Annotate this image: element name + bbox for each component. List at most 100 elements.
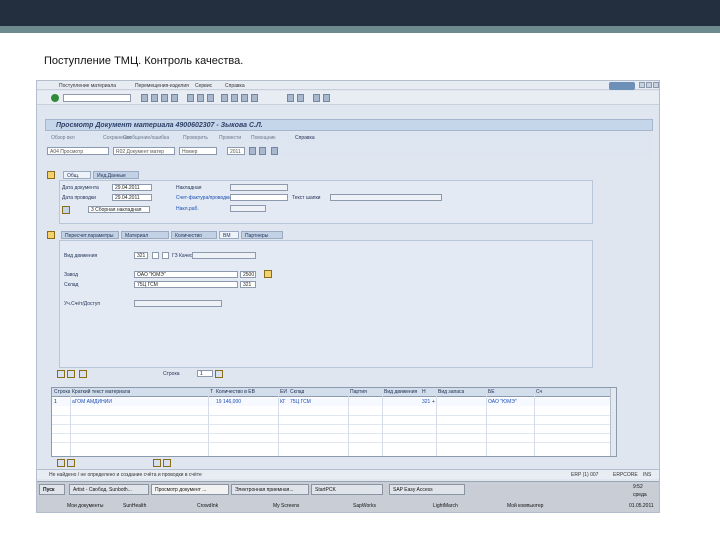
number-type-select[interactable]: Номер xyxy=(179,147,217,155)
post-date-field[interactable]: 29.04.2011 xyxy=(112,194,152,201)
item-details-icon[interactable] xyxy=(57,370,65,378)
col-header-qty[interactable]: Количество в ЕВ xyxy=(216,389,255,395)
start-button[interactable]: Пуск xyxy=(39,484,65,495)
tray-clock[interactable]: 9:52 xyxy=(633,484,643,490)
save-icon[interactable] xyxy=(141,94,148,102)
movement-indicator-field[interactable] xyxy=(152,252,159,259)
movement-checkbox[interactable] xyxy=(162,252,169,259)
year-field[interactable]: 2011 xyxy=(227,147,245,155)
shortcut-icon[interactable] xyxy=(297,94,304,102)
close-icon[interactable] xyxy=(653,82,659,88)
plant-detail-icon[interactable] xyxy=(264,270,272,278)
document-type-select[interactable]: R02 Документ матер xyxy=(113,147,175,155)
help-button[interactable]: Справка xyxy=(295,135,315,141)
line-nav-field[interactable]: 1 xyxy=(197,370,213,377)
enter-icon[interactable] xyxy=(51,94,59,102)
quicklaunch-my-computer[interactable]: Мой компьютер xyxy=(507,503,543,509)
task-button-view-doc[interactable]: Просмотр документ ... xyxy=(151,484,229,495)
minimize-icon[interactable] xyxy=(639,82,645,88)
menu-item-transfers[interactable]: Перемещения-изделия xyxy=(135,83,189,89)
post-button[interactable]: Провести xyxy=(219,135,241,141)
header-toggle-icon[interactable] xyxy=(47,171,55,179)
item-toggle-icon[interactable] xyxy=(47,231,55,239)
col-header-material[interactable]: Краткий текст материала xyxy=(72,389,130,395)
first-page-icon[interactable] xyxy=(221,94,228,102)
col-header-batch[interactable]: Партия xyxy=(350,389,367,395)
movement-field[interactable]: 321 xyxy=(134,252,148,259)
table-row[interactable]: 1 аГОМ АМДИНИИ 19 146,000 КГ 75Ц ГСМ 321… xyxy=(52,398,616,406)
quicklaunch-sapworks[interactable]: SapWorks xyxy=(353,503,376,509)
tab-quantity[interactable]: Количество xyxy=(171,231,217,239)
col-header-account[interactable]: Сч xyxy=(536,389,542,395)
print-icon[interactable] xyxy=(62,206,70,214)
storage-code-field[interactable]: 321 xyxy=(240,281,256,288)
col-header-line[interactable]: Строка xyxy=(54,389,71,395)
col-header-t[interactable]: Т xyxy=(210,389,213,395)
menu-item-help[interactable]: Справка xyxy=(225,83,245,89)
prev-page-icon[interactable] xyxy=(231,94,238,102)
quicklaunch-my-documents[interactable]: Мои документы xyxy=(67,503,103,509)
task-button-e-reception[interactable]: Электронная приемная... xyxy=(231,484,309,495)
tab-material[interactable]: Материал xyxy=(121,231,169,239)
maximize-icon[interactable] xyxy=(646,82,652,88)
storage-field[interactable]: 75Ц ГСМ xyxy=(134,281,238,288)
table-scrollbar[interactable] xyxy=(610,388,616,456)
receiver-field[interactable] xyxy=(230,205,266,212)
last-row-icon[interactable] xyxy=(163,459,171,467)
tab-movement[interactable]: ВМ xyxy=(219,231,239,239)
quicklaunch-my-screens[interactable]: My Screens xyxy=(273,503,299,509)
new-session-icon[interactable] xyxy=(287,94,294,102)
account-field[interactable] xyxy=(134,300,222,307)
print-icon[interactable] xyxy=(187,94,194,102)
overview-button[interactable]: Обзор вкл xyxy=(51,135,75,141)
bill-field[interactable] xyxy=(230,194,288,201)
invoice-field[interactable] xyxy=(230,184,288,191)
col-header-n[interactable]: Н xyxy=(422,389,426,395)
hold-icon[interactable] xyxy=(259,147,266,155)
assistant-button[interactable]: Помощник xyxy=(251,135,275,141)
tab-partners[interactable]: Партнеры xyxy=(241,231,283,239)
last-page-icon[interactable] xyxy=(251,94,258,102)
print-table-icon[interactable] xyxy=(57,459,65,467)
filter-icon[interactable] xyxy=(67,459,75,467)
tab-recalc-params[interactable]: Пересчет.параметры xyxy=(61,231,119,239)
first-row-icon[interactable] xyxy=(153,459,161,467)
find-icon[interactable] xyxy=(197,94,204,102)
next-page-icon[interactable] xyxy=(241,94,248,102)
plant-code-field[interactable]: 2500 xyxy=(240,271,256,278)
quicklaunch-crowdink[interactable]: CrowdInk xyxy=(197,503,218,509)
cancel-icon[interactable] xyxy=(171,94,178,102)
help-icon[interactable] xyxy=(313,94,320,102)
plant-field[interactable]: ОАО "ЮМЭ" xyxy=(134,271,238,278)
quicklaunch-lightmarch[interactable]: LightMarch xyxy=(433,503,458,509)
back-icon[interactable] xyxy=(151,94,158,102)
menu-item-service[interactable]: Сервис xyxy=(195,83,212,89)
goto-line-icon[interactable] xyxy=(215,370,223,378)
doc-date-field[interactable]: 29.04.2011 xyxy=(112,184,152,191)
messages-button[interactable]: Сообщение/ошибка xyxy=(123,135,169,141)
print-version-select[interactable]: 3 Сборная накладная xyxy=(88,206,150,213)
grid-icon[interactable] xyxy=(271,147,278,155)
sort-icon[interactable] xyxy=(79,370,87,378)
tab-individual-data[interactable]: Инд.Данные xyxy=(93,171,139,179)
task-button-artist[interactable]: Artist - Свобод. Sunboth... xyxy=(69,484,149,495)
col-header-storage[interactable]: Склад xyxy=(290,389,304,395)
col-header-stock-type[interactable]: Вид запаса xyxy=(438,389,464,395)
execute-icon[interactable] xyxy=(249,147,256,155)
col-header-mvt[interactable]: Вид движения xyxy=(384,389,417,395)
exit-icon[interactable] xyxy=(161,94,168,102)
tab-general[interactable]: Общ. xyxy=(63,171,91,179)
task-button-sap[interactable]: SAP Easy Access xyxy=(389,484,465,495)
check-button[interactable]: Проверить xyxy=(183,135,208,141)
layout-icon[interactable] xyxy=(323,94,330,102)
col-header-uom[interactable]: ЕИ xyxy=(280,389,287,395)
action-select[interactable]: A04 Просмотр xyxy=(47,147,109,155)
delete-item-icon[interactable] xyxy=(67,370,75,378)
command-field[interactable] xyxy=(63,94,131,102)
find-next-icon[interactable] xyxy=(207,94,214,102)
col-header-be[interactable]: БЕ xyxy=(488,389,495,395)
header-text-field[interactable] xyxy=(330,194,442,201)
task-button-startpck[interactable]: StartPCK xyxy=(311,484,383,495)
quicklaunch-sunhealth[interactable]: SunHealth xyxy=(123,503,146,509)
menu-item-goods-receipt[interactable]: Поступление материала xyxy=(59,83,116,89)
